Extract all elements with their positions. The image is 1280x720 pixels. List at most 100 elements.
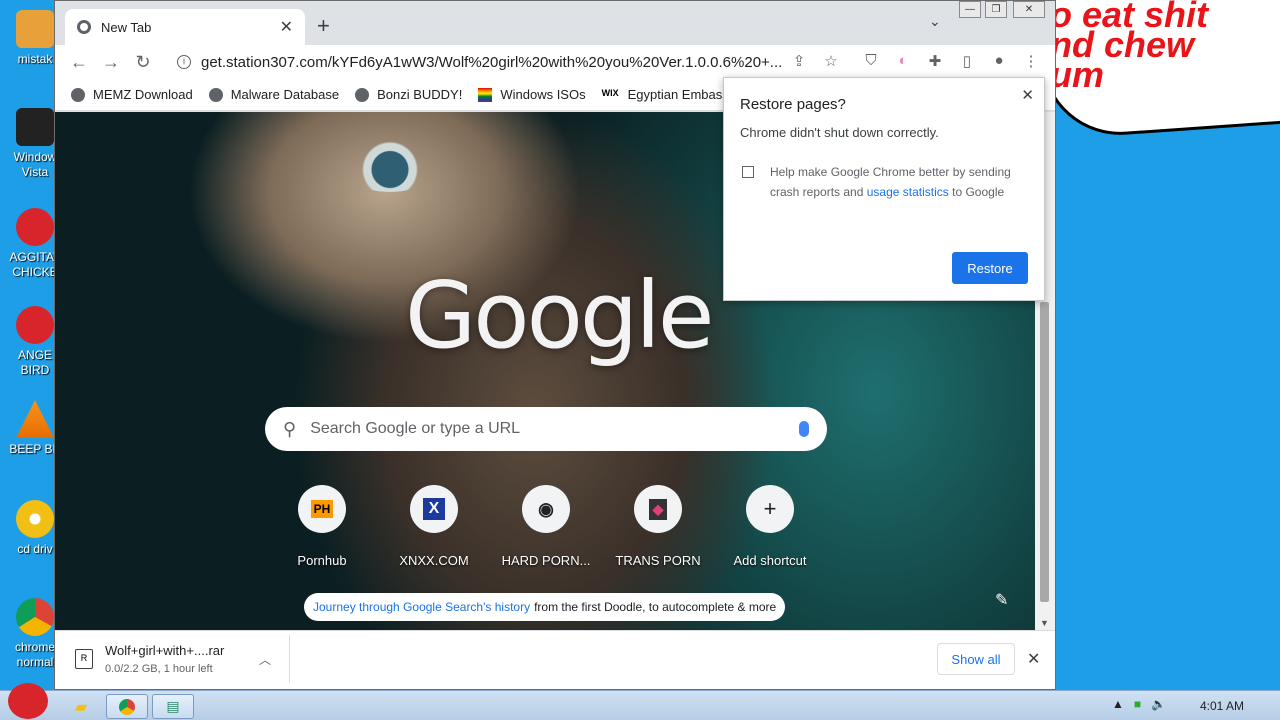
tab-title: New Tab: [101, 19, 152, 35]
tab-close-icon[interactable]: ✕: [280, 17, 293, 37]
taskbar: ▰ ▤ ▲ ■ 🔈 4:01 AM: [0, 683, 1280, 720]
shortcut-label: XNXX.COM: [399, 553, 469, 568]
start-angry-bird-icon[interactable]: [8, 683, 48, 719]
cd-icon: [16, 500, 54, 538]
dialog-close-icon[interactable]: ✕: [1021, 86, 1034, 104]
bookmark-egyptian-embassy[interactable]: WIX Egyptian Embassy: [601, 87, 735, 102]
chrome-icon: [119, 698, 135, 715]
globe-icon: [71, 87, 85, 102]
download-filename: Wolf+girl+with+....rar: [105, 643, 225, 658]
download-item[interactable]: R Wolf+girl+with+....rar 0.0/2.2 GB, 1 h…: [71, 641, 289, 681]
restore-pages-dialog: ✕ Restore pages? Chrome didn't shut down…: [723, 77, 1045, 301]
extensions-puzzle-icon[interactable]: ✚: [925, 52, 945, 72]
background-eye-image: [345, 142, 435, 192]
address-url: get.station307.com/kYFd6yA1wW3/Wolf%20gi…: [201, 53, 783, 71]
bookmark-label: MEMZ Download: [93, 87, 193, 102]
minimize-button[interactable]: —: [959, 1, 981, 18]
tray-expand-icon[interactable]: ▲: [1112, 697, 1124, 711]
checkbox-text-tail: to Google: [952, 185, 1005, 199]
tab-new-tab[interactable]: New Tab ✕: [65, 9, 305, 45]
scrollbar-thumb[interactable]: [1040, 302, 1049, 602]
speech-bubble-text: o eat shit nd chew um: [1050, 0, 1280, 93]
angry-bird-icon: [16, 208, 54, 246]
window-icon: ▤: [166, 698, 180, 714]
bookmark-star-icon[interactable]: ☆: [821, 52, 841, 72]
shortcut-add[interactable]: + Add shortcut: [714, 485, 826, 568]
shortcut-icon: ◆: [634, 485, 682, 533]
bookmark-bonzi-buddy[interactable]: Bonzi BUDDY!: [355, 87, 462, 102]
microphone-icon[interactable]: [799, 421, 809, 437]
bookmark-label: Windows ISOs: [500, 87, 586, 102]
google-logo: Google: [405, 262, 714, 369]
doodle-promo: Journey through Google Search's history …: [304, 593, 786, 621]
folder-icon: ▰: [74, 698, 88, 716]
chrome-window: New Tab ✕ + ⌄ — ❐ ✕ ← → ↻ i get.station3…: [54, 0, 1056, 690]
chrome-taskbar-button[interactable]: [106, 694, 148, 719]
tab-search-chevron-icon[interactable]: ⌄: [929, 13, 941, 30]
bookmark-label: Malware Database: [230, 87, 340, 102]
crash-report-option: Help make Google Chrome better by sendin…: [740, 162, 1028, 202]
checkbox-text: Help make Google Chrome better by sendin…: [770, 162, 1028, 202]
new-tab-plus-icon[interactable]: +: [317, 13, 330, 39]
network-icon[interactable]: ■: [1134, 697, 1141, 711]
shield-extension-icon[interactable]: ⛉: [861, 52, 881, 72]
menu-kebab-icon[interactable]: ⋮: [1021, 52, 1041, 72]
clock[interactable]: 4:01 AM: [1200, 699, 1244, 713]
scroll-down-arrow-icon[interactable]: ▼: [1040, 618, 1049, 628]
tab-strip: New Tab ✕ + ⌄ — ❐ ✕: [55, 1, 1055, 45]
dialog-title: Restore pages?: [740, 96, 846, 113]
shortcut-label: TRANS PORN: [615, 553, 701, 568]
shortcut-pornhub[interactable]: PH Pornhub: [266, 485, 378, 568]
shortcut-trans-porn[interactable]: ◆ TRANS PORN: [602, 485, 714, 568]
maximize-button[interactable]: ❐: [985, 1, 1007, 18]
shortcut-glyph: ◉: [538, 498, 554, 519]
restore-button[interactable]: Restore: [952, 252, 1028, 284]
side-panel-icon[interactable]: ▯: [957, 52, 977, 72]
doodle-text: from the first Doodle, to autocomplete &…: [534, 600, 777, 614]
shortcut-glyph: PH: [310, 500, 334, 518]
shelf-close-icon[interactable]: ✕: [1027, 649, 1040, 669]
back-arrow-icon[interactable]: ←: [63, 52, 95, 73]
usage-statistics-link[interactable]: usage statistics: [867, 185, 949, 199]
chrome-favicon-icon: [77, 20, 91, 34]
explorer-taskbar-button[interactable]: ▰: [60, 694, 102, 719]
vlc-cone-icon: [16, 400, 54, 438]
shortcut-glyph: X: [422, 498, 446, 520]
app-taskbar-button[interactable]: ▤: [152, 694, 194, 719]
share-icon[interactable]: ⇪: [789, 52, 809, 72]
site-info-icon[interactable]: i: [177, 55, 191, 69]
bookmark-memz[interactable]: MEMZ Download: [71, 87, 193, 102]
flag-extension-icon[interactable]: ◐: [893, 52, 913, 72]
rainbow-flag-icon: [478, 87, 493, 102]
add-plus-icon: +: [746, 485, 794, 533]
search-placeholder: Search Google or type a URL: [310, 420, 521, 437]
volume-icon[interactable]: 🔈: [1151, 697, 1166, 711]
globe-icon: [355, 87, 370, 102]
chevron-up-icon[interactable]: ︿: [259, 651, 271, 668]
bookmark-malware-database[interactable]: Malware Database: [208, 87, 340, 102]
shortcut-icon: X: [410, 485, 458, 533]
shortcut-label: Add shortcut: [733, 553, 807, 568]
customize-pencil-icon[interactable]: ✎: [995, 590, 1008, 610]
show-all-button[interactable]: Show all: [937, 643, 1015, 675]
wix-icon: WIX: [601, 87, 620, 102]
forward-arrow-icon[interactable]: →: [95, 52, 127, 73]
crash-report-checkbox[interactable]: [742, 166, 754, 178]
download-shelf: R Wolf+girl+with+....rar 0.0/2.2 GB, 1 h…: [55, 630, 1055, 689]
dialog-message: Chrome didn't shut down correctly.: [740, 125, 939, 140]
shortcut-hard-porn[interactable]: ◉ HARD PORN...: [490, 485, 602, 568]
search-box[interactable]: ⚲ Search Google or type a URL: [265, 407, 827, 451]
profile-avatar-icon[interactable]: ●: [989, 52, 1009, 72]
search-icon: ⚲: [283, 418, 297, 439]
system-tray: ▲ ■ 🔈: [1112, 697, 1166, 711]
shortcut-icon: ◉: [522, 485, 570, 533]
address-bar[interactable]: i get.station307.com/kYFd6yA1wW3/Wolf%20…: [167, 48, 847, 76]
chrome-icon: [16, 598, 54, 636]
doodle-link[interactable]: Journey through Google Search's history: [313, 600, 530, 614]
window-close-button[interactable]: ✕: [1013, 1, 1045, 18]
shortcut-glyph: +: [763, 496, 777, 521]
bookmark-windows-isos[interactable]: Windows ISOs: [478, 87, 586, 102]
archive-file-icon: R: [75, 649, 93, 669]
shortcut-xnxx[interactable]: X XNXX.COM: [378, 485, 490, 568]
reload-icon[interactable]: ↻: [127, 52, 159, 73]
